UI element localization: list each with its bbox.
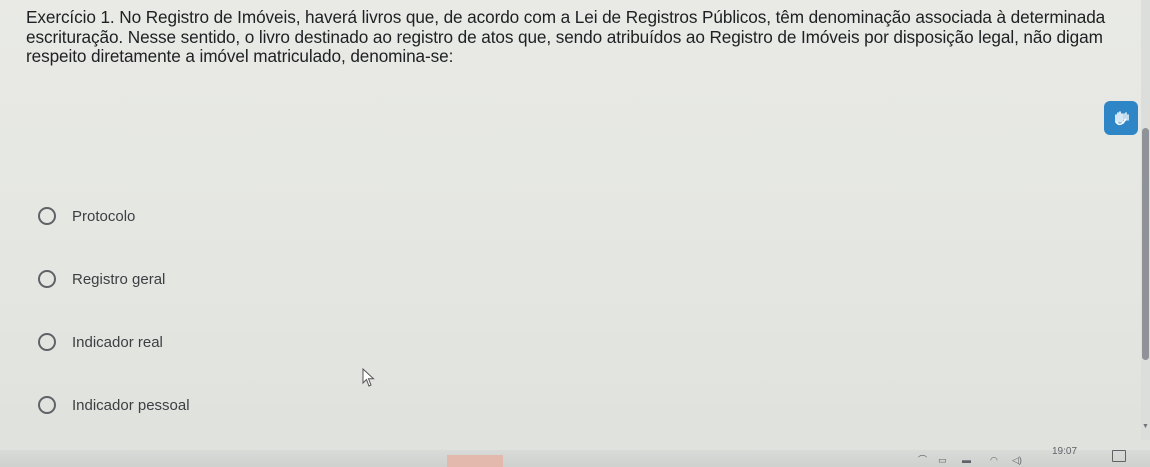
option-label: Indicador pessoal xyxy=(72,396,190,414)
wifi-icon[interactable]: ◠ xyxy=(990,455,998,465)
radio-button[interactable] xyxy=(38,396,56,414)
display-icon[interactable]: ▭ xyxy=(938,455,947,465)
radio-button[interactable] xyxy=(38,333,56,351)
scrollbar-thumb[interactable] xyxy=(1142,128,1149,360)
taskbar-clock[interactable]: 19:07 xyxy=(1052,446,1077,457)
quiz-page: Exercício 1. No Registro de Imóveis, hav… xyxy=(0,0,1150,467)
option-registro-geral[interactable]: Registro geral xyxy=(38,267,190,291)
answer-options: Protocolo Registro geral Indicador real … xyxy=(38,204,190,417)
taskbar-active-app[interactable] xyxy=(447,455,503,467)
taskbar xyxy=(0,450,1150,467)
mouse-pointer-icon xyxy=(362,368,375,387)
battery-icon[interactable]: ▬ xyxy=(962,455,971,465)
option-label: Protocolo xyxy=(72,207,136,225)
option-indicador-pessoal[interactable]: Indicador pessoal xyxy=(38,393,190,417)
accessibility-button[interactable] xyxy=(1104,101,1138,135)
question-text: Exercício 1. No Registro de Imóveis, hav… xyxy=(26,7,1106,66)
volume-icon[interactable]: ◁) xyxy=(1012,455,1022,465)
vertical-scrollbar[interactable]: ▼ xyxy=(1141,0,1150,440)
radio-button[interactable] xyxy=(38,270,56,288)
option-indicador-real[interactable]: Indicador real xyxy=(38,330,190,354)
option-protocolo[interactable]: Protocolo xyxy=(38,204,190,228)
accessibility-hands-icon xyxy=(1115,111,1129,126)
radio-button[interactable] xyxy=(38,207,56,225)
option-label: Registro geral xyxy=(72,270,166,288)
network-icon[interactable]: ⌒ xyxy=(918,455,927,465)
notification-icon[interactable] xyxy=(1112,450,1126,462)
option-label: Indicador real xyxy=(72,333,163,351)
scroll-down-icon[interactable]: ▼ xyxy=(1141,422,1150,432)
